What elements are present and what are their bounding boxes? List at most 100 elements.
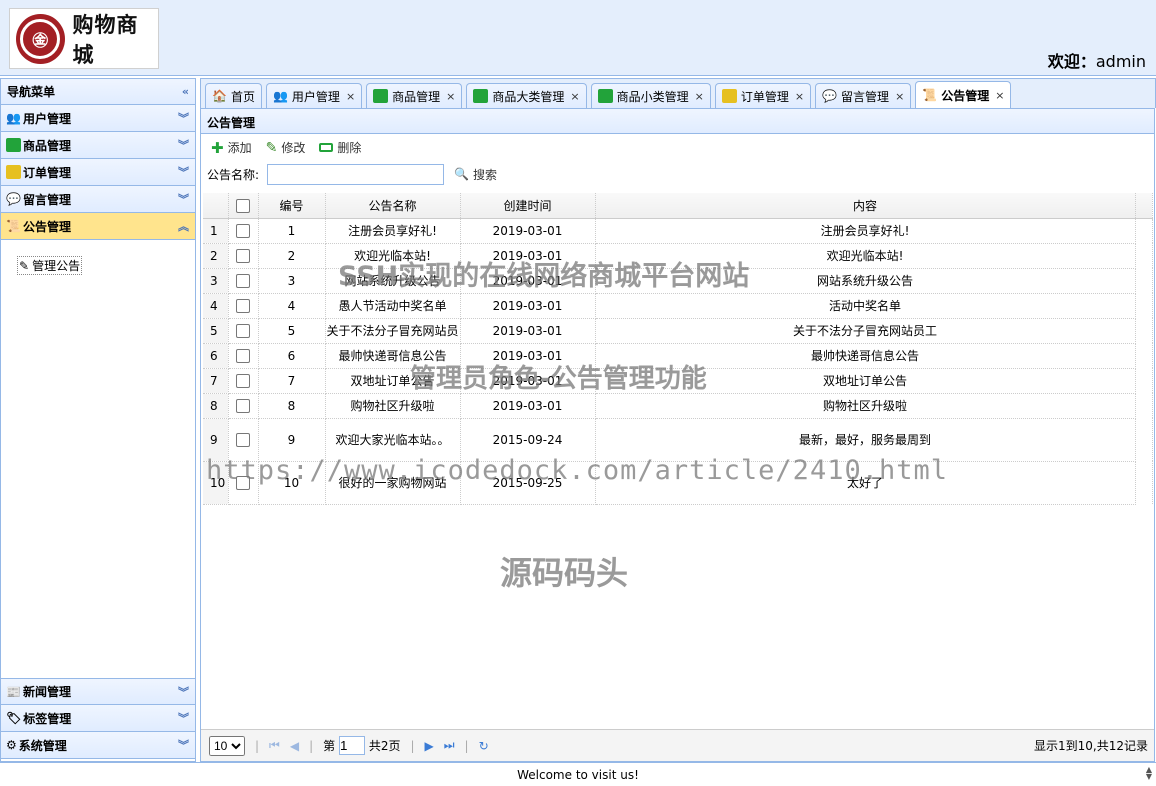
chevron-down-icon[interactable]: ︾ bbox=[178, 737, 189, 753]
cell-name: 很好的一家购物网站 bbox=[325, 461, 461, 505]
checkbox[interactable] bbox=[236, 348, 250, 363]
chevron-down-icon[interactable]: ︾ bbox=[178, 164, 189, 180]
chevron-up-icon[interactable]: ︽ bbox=[178, 218, 189, 234]
chevron-down-icon[interactable]: ︾ bbox=[178, 110, 189, 126]
tab-notices[interactable]: 📜 公告管理 × bbox=[915, 81, 1012, 108]
select-all-checkbox[interactable] bbox=[228, 193, 259, 219]
last-page-icon[interactable]: ⏭ bbox=[444, 738, 455, 753]
footer-scroll-arrows-icon[interactable]: ▲ ▼ bbox=[1146, 766, 1152, 781]
tab-label: 用户管理 bbox=[291, 89, 340, 104]
refresh-icon[interactable]: ↻ bbox=[479, 739, 489, 753]
sidebar-item-messages[interactable]: 💬 留言管理 ︾ bbox=[1, 186, 195, 213]
delete-button[interactable]: 删除 bbox=[319, 139, 361, 156]
row-checkbox[interactable] bbox=[228, 218, 259, 244]
sidebar-item-tags[interactable]: 🏷 标签管理 ︾ bbox=[1, 705, 195, 732]
edit-label: 修改 bbox=[281, 141, 306, 155]
sidebar-item-products[interactable]: 商品管理 ︾ bbox=[1, 132, 195, 159]
checkbox[interactable] bbox=[236, 373, 250, 388]
page-number-input[interactable] bbox=[338, 736, 365, 755]
column-header-content[interactable]: 内容 bbox=[595, 193, 1136, 219]
row-checkbox[interactable] bbox=[228, 343, 259, 369]
page-size-select[interactable]: 10 bbox=[209, 735, 245, 756]
tab-product-categories[interactable]: 商品大类管理 × bbox=[466, 83, 587, 108]
table-row[interactable]: 1 1 注册会员享好礼! 2019-03-01 注册会员享好礼! bbox=[203, 218, 1153, 244]
tab-messages[interactable]: 💬 留言管理 × bbox=[815, 83, 912, 108]
prev-page-icon[interactable]: ◀ bbox=[290, 739, 299, 753]
sidebar-item-news[interactable]: 📰 新闻管理 ︾ bbox=[1, 678, 195, 705]
row-checkbox[interactable] bbox=[228, 368, 259, 394]
row-checkbox[interactable] bbox=[228, 268, 259, 294]
column-header-name[interactable]: 公告名称 bbox=[325, 193, 461, 219]
row-checkbox[interactable] bbox=[228, 293, 259, 319]
row-checkbox[interactable] bbox=[228, 393, 259, 419]
table-row[interactable]: 8 8 购物社区升级啦 2019-03-01 购物社区升级啦 bbox=[203, 393, 1153, 419]
table-row[interactable]: 9 9 欢迎大家光临本站。。 2015-09-24 最新，最好，服务最周到 bbox=[203, 418, 1153, 462]
search-button[interactable]: 🔍 搜索 bbox=[454, 166, 497, 183]
page-prefix: 第 bbox=[323, 739, 336, 753]
column-header-id[interactable]: 编号 bbox=[258, 193, 326, 219]
checkbox[interactable] bbox=[236, 223, 250, 238]
row-checkbox[interactable] bbox=[228, 318, 259, 344]
sidebar-sub-item-manage-notices[interactable]: ✎ 管理公告 bbox=[17, 256, 83, 275]
tab-product-subcategories[interactable]: 商品小类管理 × bbox=[590, 83, 711, 108]
row-checkbox[interactable] bbox=[228, 418, 259, 462]
checkbox[interactable] bbox=[236, 273, 250, 288]
close-icon[interactable]: × bbox=[346, 90, 355, 103]
tab-home[interactable]: 🏠 首页 bbox=[205, 83, 262, 108]
checkbox[interactable] bbox=[236, 298, 250, 313]
table-row[interactable]: 3 3 网站系统升级公告 2019-03-01 网站系统升级公告 bbox=[203, 268, 1153, 294]
cell-id: 4 bbox=[258, 293, 326, 319]
close-icon[interactable]: × bbox=[570, 90, 579, 103]
next-page-icon[interactable]: ▶ bbox=[425, 739, 434, 753]
list-icon bbox=[6, 138, 21, 152]
close-icon[interactable]: × bbox=[995, 89, 1004, 102]
sidebar-item-notices[interactable]: 📜 公告管理 ︽ bbox=[1, 213, 195, 240]
list-icon bbox=[373, 89, 389, 103]
table-row[interactable]: 4 4 愚人节活动中奖名单 2019-03-01 活动中奖名单 bbox=[203, 293, 1153, 319]
row-number: 10 bbox=[203, 461, 229, 505]
close-icon[interactable]: × bbox=[695, 90, 704, 103]
header: ㊎ 购物商城 欢迎：admin bbox=[0, 0, 1156, 76]
chevron-down-icon[interactable]: ︾ bbox=[178, 684, 189, 700]
column-header-created[interactable]: 创建时间 bbox=[460, 193, 596, 219]
double-chevron-left-icon[interactable]: « bbox=[182, 85, 189, 98]
row-checkbox[interactable] bbox=[228, 243, 259, 269]
checkbox[interactable] bbox=[236, 398, 250, 413]
table-row[interactable]: 5 5 关于不法分子冒充网站员 2019-03-01 关于不法分子冒充网站员工 bbox=[203, 318, 1153, 344]
close-icon[interactable]: × bbox=[795, 90, 804, 103]
notice-name-input[interactable] bbox=[267, 163, 445, 185]
close-icon[interactable]: × bbox=[895, 90, 904, 103]
table-row[interactable]: 10 10 很好的一家购物网站 2015-09-25 太好了 bbox=[203, 461, 1153, 505]
table-row[interactable]: 7 7 双地址订单公告 2019-03-01 双地址订单公告 bbox=[203, 368, 1153, 394]
checkbox[interactable] bbox=[236, 475, 250, 490]
row-number: 4 bbox=[203, 293, 229, 319]
table-row[interactable]: 2 2 欢迎光临本站! 2019-03-01 欢迎光临本站! bbox=[203, 243, 1153, 269]
tab-label: 商品管理 bbox=[392, 89, 441, 104]
main-area: 🏠 首页 👥 用户管理 × 商品管理 × 商品大类管理 × 商品小类管理 × 订单管理 × 💬… bbox=[200, 78, 1156, 762]
tab-orders[interactable]: 订单管理 × bbox=[714, 83, 812, 108]
checkbox[interactable] bbox=[236, 432, 250, 447]
close-icon[interactable]: × bbox=[446, 90, 455, 103]
checkbox[interactable] bbox=[236, 248, 250, 263]
table-row[interactable]: 6 6 最帅快递哥信息公告 2019-03-01 最帅快递哥信息公告 bbox=[203, 343, 1153, 369]
tab-label: 商品小类管理 bbox=[616, 89, 689, 104]
sidebar-item-orders[interactable]: 订单管理 ︾ bbox=[1, 159, 195, 186]
chevron-down-icon[interactable]: ︾ bbox=[178, 137, 189, 153]
sidebar-item-system[interactable]: ⚙ 系统管理 ︾ bbox=[1, 732, 195, 759]
checkbox[interactable] bbox=[236, 323, 250, 338]
row-checkbox[interactable] bbox=[228, 461, 259, 505]
cell-filler bbox=[1135, 218, 1153, 243]
tab-products[interactable]: 商品管理 × bbox=[366, 83, 463, 108]
order-icon bbox=[721, 89, 737, 103]
chevron-down-icon[interactable]: ︾ bbox=[178, 710, 189, 726]
sidebar-item-users[interactable]: 👥 用户管理 ︾ bbox=[1, 105, 195, 132]
first-page-icon[interactable]: ⏮ bbox=[269, 738, 280, 753]
gear-icon: ⚙ bbox=[6, 738, 17, 752]
chevron-down-icon[interactable]: ︾ bbox=[178, 191, 189, 207]
edit-button[interactable]: ✎ 修改 bbox=[266, 139, 306, 156]
tab-label: 公告管理 bbox=[941, 88, 990, 103]
tab-users[interactable]: 👥 用户管理 × bbox=[265, 83, 363, 108]
add-button[interactable]: ✚ 添加 bbox=[211, 139, 252, 157]
separator: | bbox=[309, 738, 314, 753]
data-grid: 编号 公告名称 创建时间 内容 1 1 注册会员享好礼! 2019-03-01 注册会员… bbox=[203, 193, 1153, 505]
